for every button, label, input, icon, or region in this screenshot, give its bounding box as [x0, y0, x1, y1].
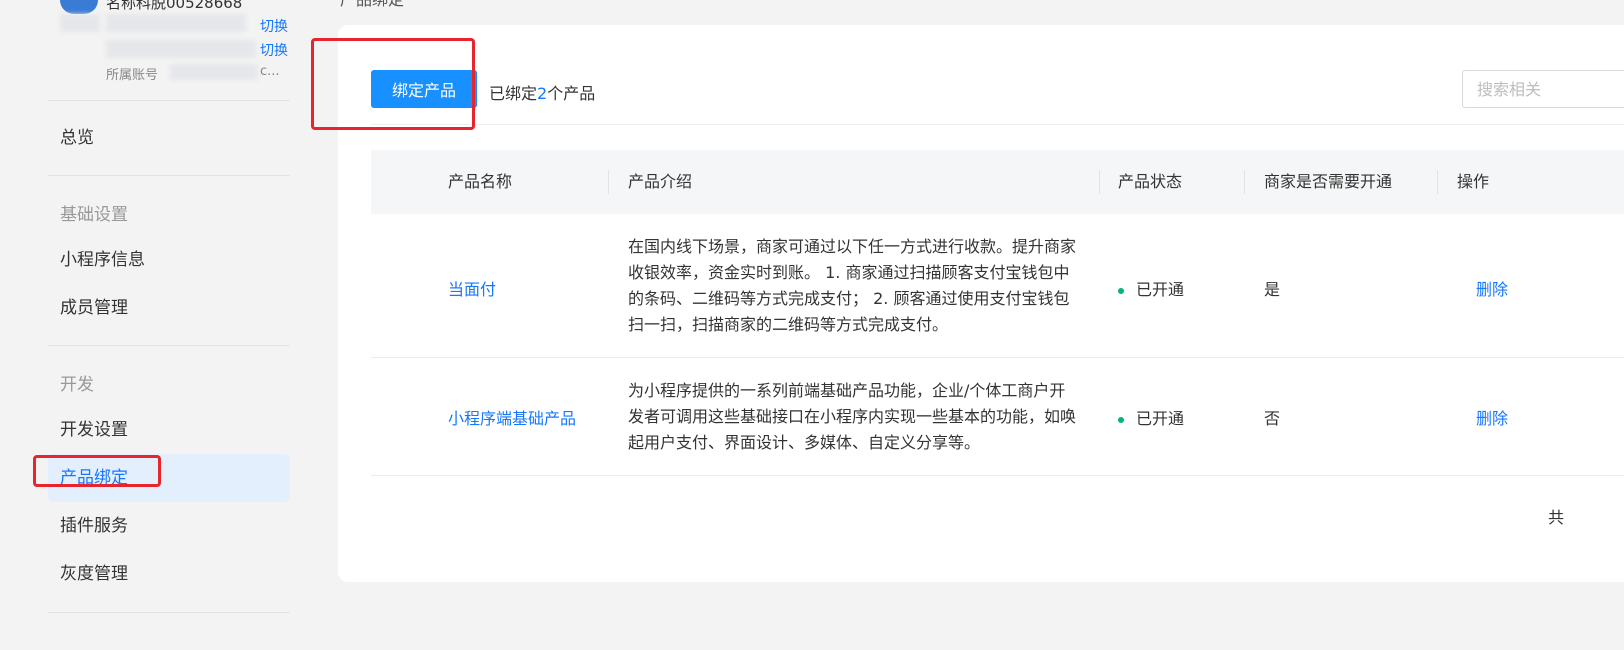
divider — [48, 612, 290, 613]
redacted-info — [60, 14, 100, 32]
merchant-activation-value: 是 — [1264, 280, 1281, 299]
breadcrumb: 产品绑定 — [340, 0, 404, 10]
column-header-actions: 操作 — [1457, 172, 1490, 191]
column-separator — [1437, 170, 1438, 194]
pagination-total: 共 — [1548, 508, 1565, 527]
sidebar-item-gray-release[interactable]: 灰度管理 — [48, 550, 290, 598]
redacted-info — [106, 14, 246, 32]
merchant-activation-value: 否 — [1264, 409, 1281, 428]
switch-link[interactable]: 切换 — [260, 16, 288, 36]
redacted-info — [170, 64, 258, 80]
column-header-status: 产品状态 — [1118, 172, 1183, 191]
table-row: 当面付 在国内线下场景，商家可通过以下任一方式进行收款。提升商家收银效率，资金实… — [371, 214, 1624, 358]
product-name-link[interactable]: 小程序端基础产品 — [448, 405, 576, 429]
product-binding-card: 绑定产品 已绑定2个产品 产品名称 产品介绍 产品状态 商家是否需要开通 操作 … — [338, 25, 1624, 582]
bound-prefix: 已绑定 — [489, 84, 538, 103]
delete-link[interactable]: 删除 — [1476, 405, 1508, 429]
product-status: 已开通 — [1118, 276, 1184, 300]
sidebar-item-plugin-services[interactable]: 插件服务 — [48, 502, 290, 550]
bound-count-text: 已绑定2个产品 — [489, 80, 595, 104]
product-status-label: 已开通 — [1136, 409, 1185, 428]
divider — [48, 345, 290, 346]
product-status-label: 已开通 — [1136, 280, 1185, 299]
column-header-merchant-activation: 商家是否需要开通 — [1264, 172, 1393, 191]
table-row: 小程序端基础产品 为小程序提供的一系列前端基础产品功能，企业/个体工商户开发者可… — [371, 358, 1624, 476]
bound-count: 2 — [537, 84, 548, 103]
divider — [371, 124, 1624, 125]
delete-link[interactable]: 删除 — [1476, 276, 1508, 300]
product-description: 在国内线下场景，商家可通过以下任一方式进行收款。提升商家收银效率，资金实时到账。… — [628, 237, 1077, 334]
sidebar-item-product-binding[interactable]: 产品绑定 — [48, 454, 290, 502]
table-header: 产品名称 产品介绍 产品状态 商家是否需要开通 操作 — [371, 150, 1624, 214]
switch-link[interactable]: 切换 — [260, 40, 288, 60]
account-name: 名称科脱00528668 — [106, 0, 243, 12]
sidebar-group-development: 开发 — [60, 375, 94, 395]
column-separator — [1244, 170, 1245, 194]
search-input[interactable] — [1462, 70, 1624, 108]
product-name-link[interactable]: 当面付 — [448, 276, 496, 300]
sidebar-item-overview[interactable]: 总览 — [48, 114, 290, 162]
column-separator — [1099, 170, 1100, 194]
status-active-dot-icon — [1118, 287, 1124, 294]
product-status: 已开通 — [1118, 405, 1184, 429]
account-panel: 名称科脱00528668 切换 切换 所属账号 c... — [60, 0, 300, 100]
sidebar-group-basic-settings: 基础设置 — [60, 205, 128, 225]
owner-account-value: c... — [260, 64, 280, 79]
redacted-info — [106, 40, 256, 58]
status-active-dot-icon — [1118, 416, 1124, 423]
divider — [48, 100, 290, 101]
sidebar: 名称科脱00528668 切换 切换 所属账号 c... 总览 基础设置 小程序… — [0, 0, 310, 650]
products-table: 产品名称 产品介绍 产品状态 商家是否需要开通 操作 当面付 在国内线下场景，商… — [371, 150, 1624, 476]
sidebar-item-miniapp-info[interactable]: 小程序信息 — [48, 236, 290, 284]
bound-suffix: 个产品 — [547, 84, 596, 103]
owner-account-label: 所属账号 — [106, 68, 159, 83]
product-description: 为小程序提供的一系列前端基础产品功能，企业/个体工商户开发者可调用这些基础接口在… — [628, 381, 1077, 452]
divider — [48, 175, 290, 176]
avatar — [60, 0, 98, 14]
sidebar-item-member-management[interactable]: 成员管理 — [48, 284, 290, 332]
bind-product-button[interactable]: 绑定产品 — [371, 70, 477, 108]
column-separator — [608, 170, 609, 194]
column-header-name: 产品名称 — [448, 172, 513, 191]
column-header-description: 产品介绍 — [628, 172, 693, 191]
sidebar-item-dev-settings[interactable]: 开发设置 — [48, 406, 290, 454]
